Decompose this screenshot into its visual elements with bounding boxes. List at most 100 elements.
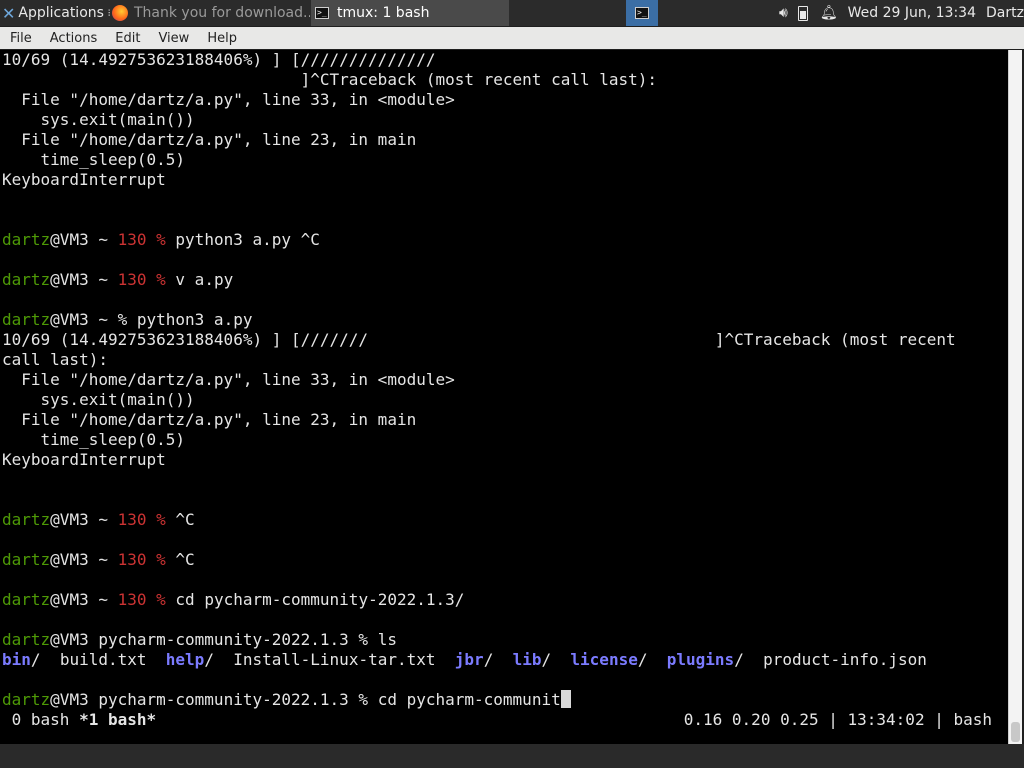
prompt-user: dartz — [2, 310, 51, 329]
dir-entry: bin — [2, 650, 31, 669]
terminal-icon: >_ — [315, 7, 329, 19]
xfce-logo-icon: ✕ — [2, 3, 16, 23]
taskbar-item-terminal[interactable]: >_ tmux: 1 bash — [311, 0, 509, 26]
file-entry: build.txt — [59, 650, 147, 669]
prompt-line: dartz@VM3 ~ 130 % python3 a.py ^C — [2, 230, 320, 250]
taskbar-item-label: tmux: 1 bash — [337, 5, 430, 21]
prompt-line: dartz@VM3 ~ 130 % v a.py — [2, 270, 233, 290]
command-text: python3 a.py ^C — [165, 230, 320, 249]
terminal-menubar: File Actions Edit View Help — [0, 27, 1024, 49]
dir-entry: help — [165, 650, 205, 669]
prompt-exit-code: 130 % — [117, 550, 166, 569]
menu-separator-icon: ≡ — [107, 5, 110, 21]
prompt-user: dartz — [2, 230, 51, 249]
prompt-line: dartz@VM3 ~ % python3 a.py — [2, 310, 252, 330]
prompt-dir: ~ — [88, 510, 118, 529]
terminal-icon: >_ — [635, 7, 649, 19]
output-line: KeyboardInterrupt — [2, 170, 166, 189]
prompt-exit-code: 130 % — [117, 270, 166, 289]
dir-entry: jbr — [454, 650, 484, 669]
desktop-bottom-strip — [0, 744, 1024, 768]
command-text: ~ % python3 a.py — [88, 310, 253, 329]
command-text: cd pycharm-community-2022.1.3/ — [165, 590, 465, 609]
command-text: v a.py — [165, 270, 234, 289]
user-menu[interactable]: Dartz — [986, 5, 1024, 21]
prompt-host: @VM3 — [50, 550, 89, 569]
command-text: ^C — [165, 550, 195, 569]
top-panel: ✕ Applications ≡ Thank you for download.… — [0, 0, 1024, 26]
prompt-user: dartz — [2, 270, 51, 289]
command-text: ^C — [165, 510, 195, 529]
dir-entry: plugins — [666, 650, 735, 669]
output-line: time_sleep(0.5) — [2, 430, 186, 449]
volume-icon[interactable]: 🔊︎ — [779, 5, 788, 21]
prompt-user: dartz — [2, 690, 51, 709]
output-line: 10/69 (14.492753623188406%) ] [/////// ]… — [2, 330, 956, 349]
prompt-exit-code: 130 % — [117, 230, 166, 249]
output-line: 10/69 (14.492753623188406%) ] [/////////… — [2, 50, 436, 69]
file-entry: product-info.json — [763, 650, 927, 669]
output-line: sys.exit(main()) — [2, 390, 195, 409]
notification-bell-icon[interactable]: 🔔︎ — [820, 5, 838, 21]
command-input[interactable]: pycharm-community-2022.1.3 % cd pycharm-… — [89, 690, 560, 709]
prompt-dir: ~ — [88, 270, 118, 289]
prompt-line: dartz@VM3 ~ 130 % ^C — [2, 550, 195, 570]
menu-help[interactable]: Help — [197, 31, 245, 46]
tmux-window-0[interactable]: 0 bash — [2, 710, 79, 729]
ls-output-line: bin/ build.txt help/ Install-Linux-tar.t… — [2, 650, 927, 669]
output-line: File "/home/dartz/a.py", line 33, in <mo… — [2, 370, 455, 389]
prompt-line: dartz@VM3 pycharm-community-2022.1.3 % l… — [2, 630, 397, 650]
prompt-host: @VM3 — [50, 270, 89, 289]
firefox-icon — [112, 5, 128, 21]
terminal-scrollbar[interactable] — [1008, 50, 1022, 744]
dir-entry: lib — [512, 650, 542, 669]
active-prompt-line[interactable]: dartz@VM3 pycharm-community-2022.1.3 % c… — [2, 690, 571, 710]
taskbar-item-label: Thank you for download... — [134, 5, 310, 21]
prompt-host: @VM3 — [50, 690, 89, 709]
prompt-host: @VM3 — [50, 590, 89, 609]
applications-label: Applications — [18, 5, 104, 21]
tmux-window-list: 0 bash *1 bash* — [2, 710, 157, 730]
output-line: File "/home/dartz/a.py", line 23, in mai… — [2, 130, 417, 149]
dir-entry: license — [570, 650, 638, 669]
prompt-user: dartz — [2, 630, 51, 649]
prompt-host: @VM3 — [50, 230, 89, 249]
output-line: File "/home/dartz/a.py", line 33, in <mo… — [2, 90, 455, 109]
prompt-host: @VM3 — [50, 510, 89, 529]
applications-menu[interactable]: ✕ Applications ≡ — [0, 0, 110, 26]
prompt-line: dartz@VM3 ~ 130 % ^C — [2, 510, 195, 530]
prompt-exit-code: 130 % — [117, 590, 166, 609]
prompt-line: dartz@VM3 ~ 130 % cd pycharm-community-2… — [2, 590, 464, 610]
tmux-status-right: 0.16 0.20 0.25 | 13:34:02 | bash — [683, 710, 992, 729]
taskbar-item-firefox[interactable]: Thank you for download... — [112, 0, 310, 26]
prompt-user: dartz — [2, 590, 51, 609]
output-line: File "/home/dartz/a.py", line 23, in mai… — [2, 410, 417, 429]
scrollbar-thumb[interactable] — [1011, 722, 1020, 742]
prompt-user: dartz — [2, 550, 51, 569]
clock[interactable]: Wed 29 Jun, 13:34 — [848, 5, 976, 21]
prompt-host: @VM3 — [50, 630, 89, 649]
output-line: sys.exit(main()) — [2, 110, 195, 129]
prompt-exit-code: 130 % — [117, 510, 166, 529]
menu-file[interactable]: File — [0, 31, 40, 46]
output-line: ]^CTraceback (most recent call last): — [2, 70, 658, 89]
menu-actions[interactable]: Actions — [40, 31, 106, 46]
system-tray: 🔊︎ 🔔︎ Wed 29 Jun, 13:34 Dartz — [764, 0, 1024, 26]
prompt-host: @VM3 — [50, 310, 89, 329]
command-text: pycharm-community-2022.1.3 % ls — [88, 630, 397, 649]
output-line: call last): — [2, 350, 108, 369]
tmux-window-1-active[interactable]: *1 bash* — [79, 710, 156, 729]
workspace-switcher-button[interactable]: >_ — [626, 0, 658, 26]
file-entry: Install-Linux-tar.txt — [233, 650, 436, 669]
prompt-dir: ~ — [88, 550, 118, 569]
menu-view[interactable]: View — [148, 31, 197, 46]
text-cursor — [560, 690, 571, 708]
terminal-output[interactable]: 10/69 (14.492753623188406%) ] [/////////… — [0, 50, 1008, 744]
prompt-dir: ~ — [88, 230, 118, 249]
output-line: time_sleep(0.5) — [2, 150, 186, 169]
prompt-dir: ~ — [88, 590, 118, 609]
output-line: KeyboardInterrupt — [2, 450, 166, 469]
battery-icon[interactable] — [797, 5, 808, 21]
prompt-user: dartz — [2, 510, 51, 529]
menu-edit[interactable]: Edit — [105, 31, 148, 46]
